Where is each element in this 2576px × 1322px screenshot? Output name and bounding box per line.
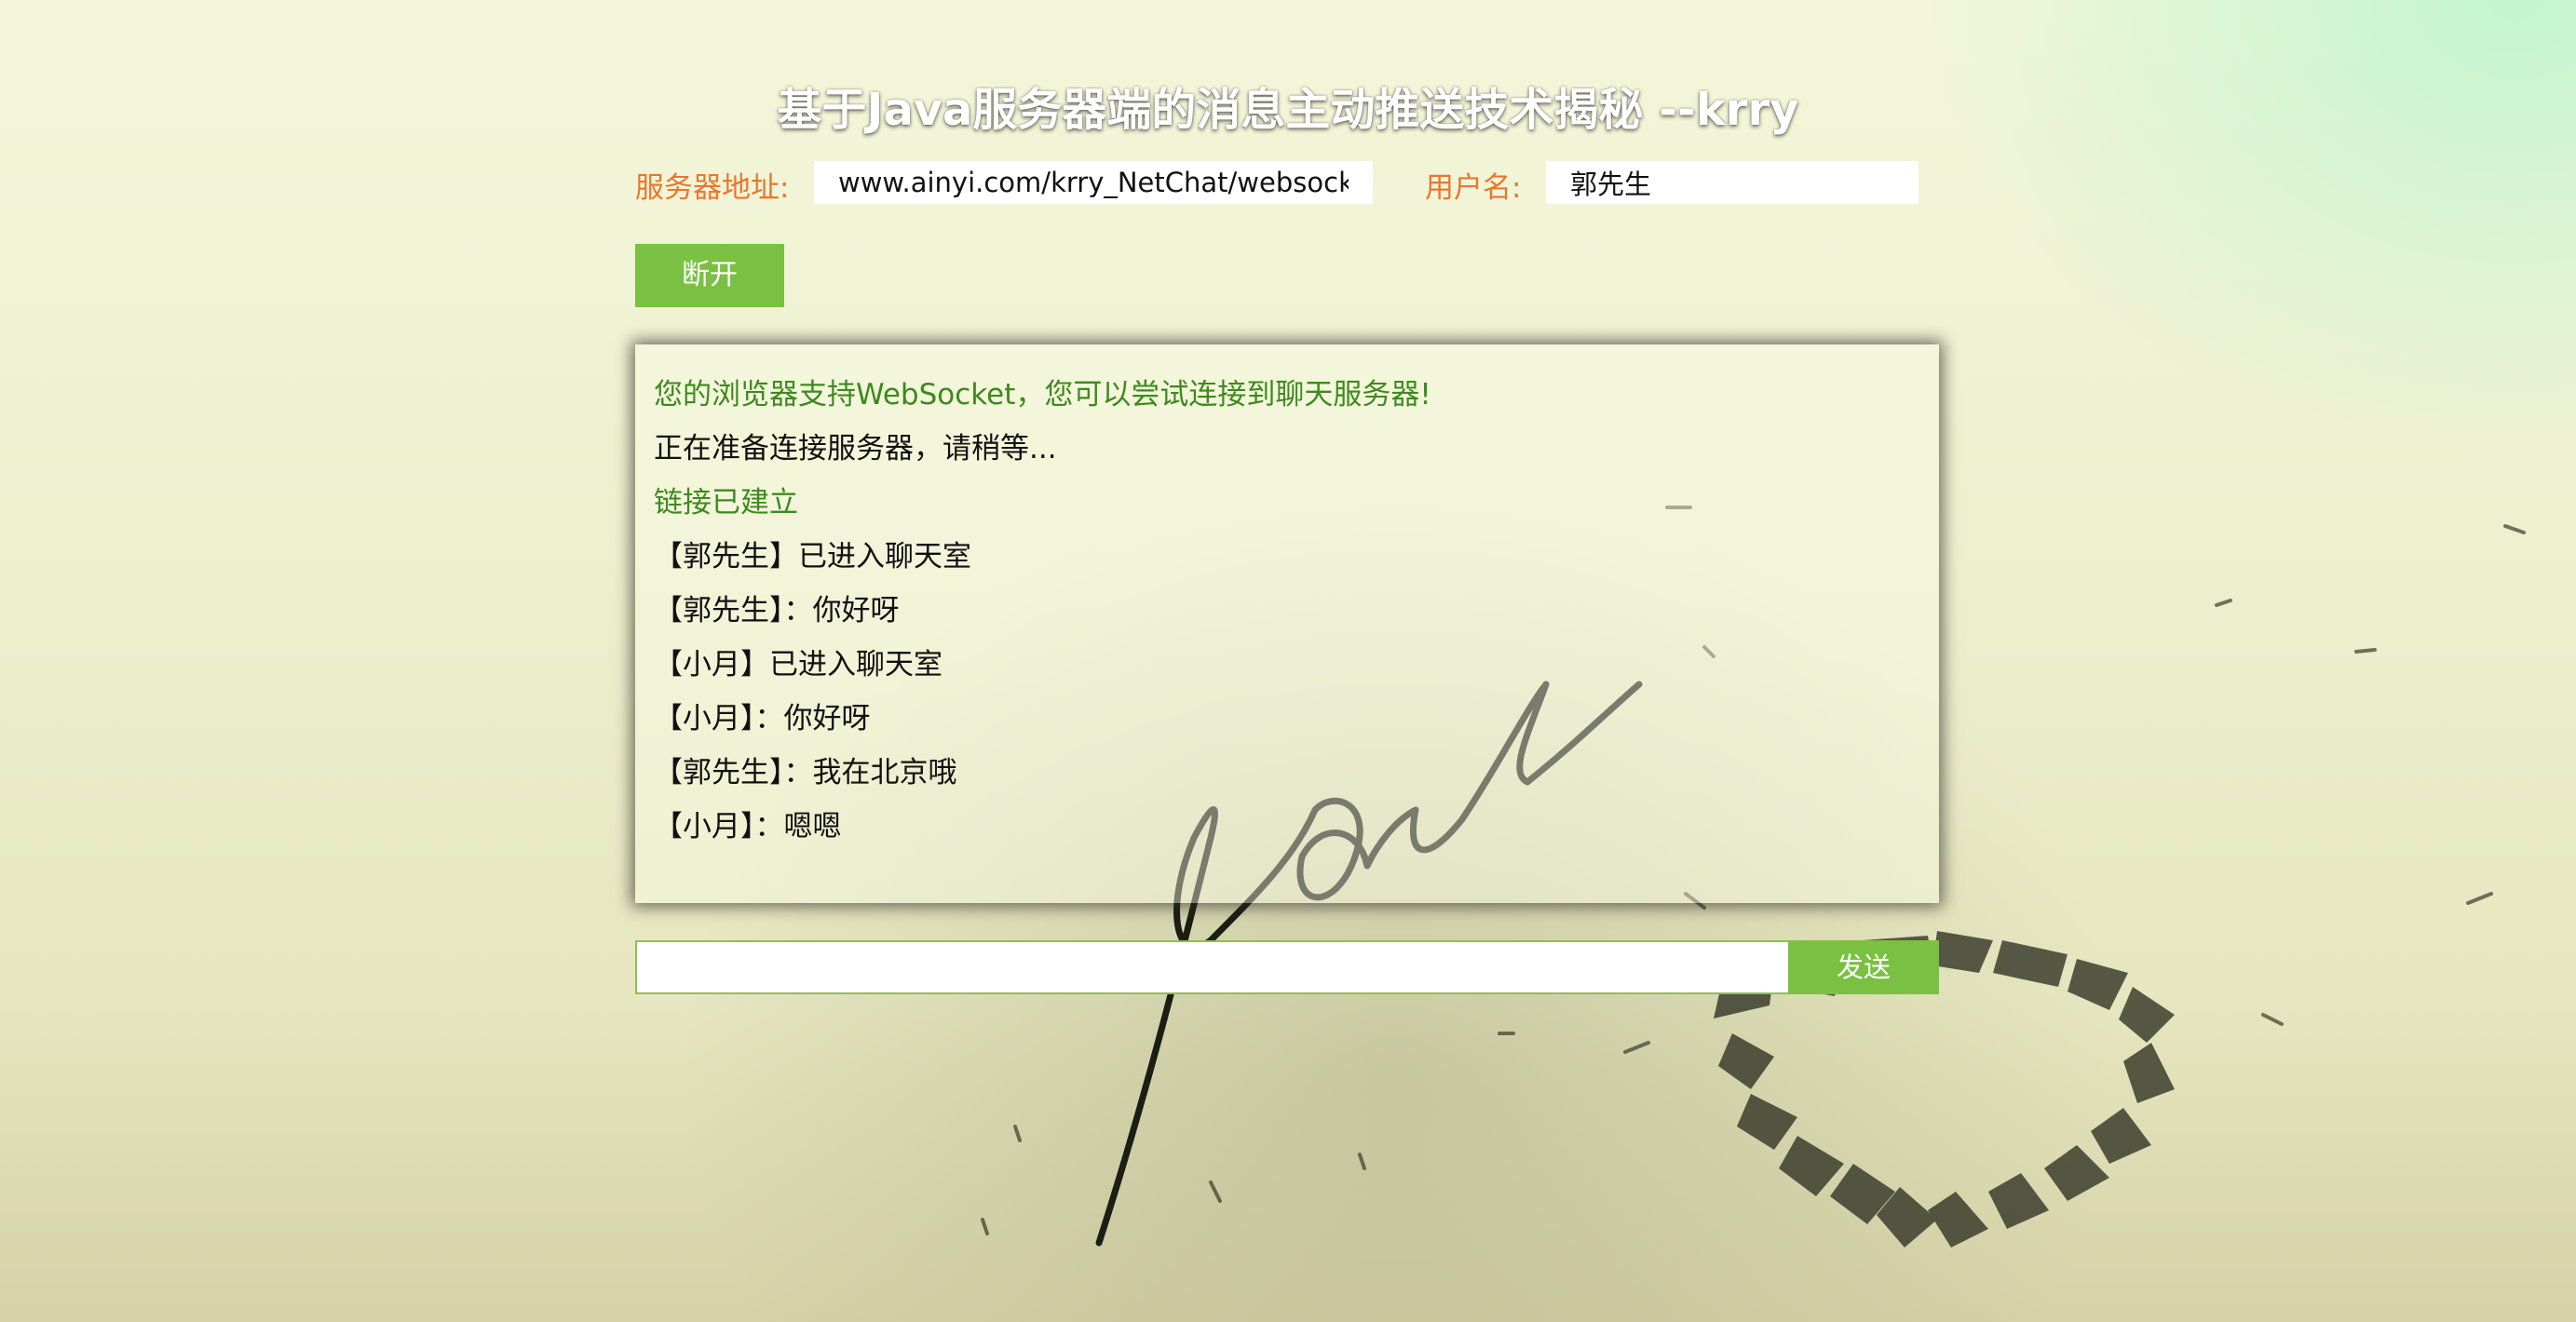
chat-message: 【郭先生】：我在北京哦 (654, 756, 957, 789)
chat-message: 正在准备连接服务器，请稍等... (654, 432, 1057, 465)
message-input[interactable] (635, 940, 1790, 994)
chat-message: 链接已建立 (654, 486, 798, 519)
chat-message: 【小月】已进入聊天室 (654, 648, 942, 681)
chat-message: 【小月】：嗯嗯 (654, 810, 842, 843)
send-button[interactable]: 发送 (1788, 940, 1939, 994)
server-address-input[interactable] (814, 161, 1373, 204)
username-label: 用户名: (1425, 171, 1522, 205)
disconnect-button[interactable]: 断开 (635, 244, 784, 307)
chat-message: 【郭先生】：你好呀 (654, 594, 900, 627)
server-address-label: 服务器地址: (635, 171, 790, 205)
chat-message: 【小月】：你好呀 (654, 702, 871, 735)
username-input[interactable] (1546, 161, 1918, 204)
chat-message: 您的浏览器支持WebSocket，您可以尝试连接到聊天服务器! (654, 378, 1431, 411)
chat-message: 【郭先生】已进入聊天室 (654, 540, 971, 573)
page-title: 基于Java服务器端的消息主动推送技术揭秘 --krry (777, 84, 1799, 136)
chat-message-log: 您的浏览器支持WebSocket，您可以尝试连接到聊天服务器! 正在准备连接服务… (635, 344, 1939, 903)
